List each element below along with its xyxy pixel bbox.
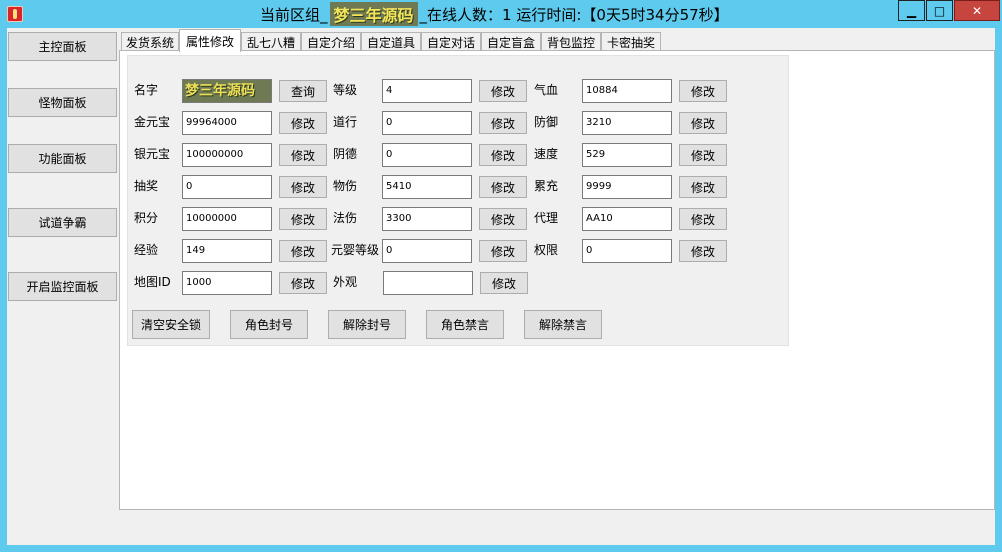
modify-gold-ingot-button[interactable]: 修改 xyxy=(279,112,327,134)
tab-panel-attribute-edit: 名字 梦三年源码 查询 金元宝 99964000 修改 银元宝 10000000… xyxy=(119,50,995,510)
map-id-field[interactable]: 1000 xyxy=(182,271,272,295)
level-field[interactable]: 4 xyxy=(382,79,472,103)
title-bar: 当前区组_ 梦三年源码 _在线人数：1 运行时间:【0天5时34分57秒】 ▁ … xyxy=(0,0,1002,28)
label-silver-ingot: 银元宝 xyxy=(134,147,171,161)
agent-field[interactable]: AA10 xyxy=(582,207,672,231)
hp-field[interactable]: 10884 xyxy=(582,79,672,103)
permission-field[interactable]: 0 xyxy=(582,239,672,263)
label-daoxing: 道行 xyxy=(333,115,358,129)
label-agent: 代理 xyxy=(534,211,559,225)
silver-ingot-field[interactable]: 100000000 xyxy=(182,143,272,167)
modify-map-id-button[interactable]: 修改 xyxy=(279,272,327,294)
label-lottery: 抽奖 xyxy=(134,179,159,193)
app-icon[interactable] xyxy=(7,6,23,22)
minimize-icon: ▁ xyxy=(906,3,917,18)
modify-points-button[interactable]: 修改 xyxy=(279,208,327,230)
tab-misc[interactable]: 乱七八糟 xyxy=(241,32,301,51)
label-speed: 速度 xyxy=(534,147,559,161)
sidebar-button-monster[interactable]: 怪物面板 xyxy=(8,88,117,117)
label-points: 积分 xyxy=(134,211,159,225)
modify-experience-button[interactable]: 修改 xyxy=(279,240,327,262)
sidebar-button-trial[interactable]: 试道争霸 xyxy=(8,208,117,237)
modify-agent-button[interactable]: 修改 xyxy=(679,208,727,230)
tab-card-lottery[interactable]: 卡密抽奖 xyxy=(601,32,661,51)
magic-damage-field[interactable]: 3300 xyxy=(382,207,472,231)
physical-damage-field[interactable]: 5410 xyxy=(382,175,472,199)
unban-character-button[interactable]: 解除封号 xyxy=(328,310,406,339)
client-area: 主控面板 怪物面板 功能面板 试道争霸 开启监控面板 发货系统 属性修改 乱七八… xyxy=(7,28,995,545)
label-total-recharge: 累充 xyxy=(534,179,559,193)
modify-physical-damage-button[interactable]: 修改 xyxy=(479,176,527,198)
title-prefix: 当前区组_ xyxy=(260,5,328,24)
speed-field[interactable]: 529 xyxy=(582,143,672,167)
yinde-field[interactable]: 0 xyxy=(382,143,472,167)
modify-total-recharge-button[interactable]: 修改 xyxy=(679,176,727,198)
maximize-button[interactable]: □ xyxy=(926,0,953,21)
title-logo: 梦三年源码 xyxy=(329,2,418,26)
modify-speed-button[interactable]: 修改 xyxy=(679,144,727,166)
label-name: 名字 xyxy=(134,83,159,97)
label-level: 等级 xyxy=(333,83,358,97)
close-button[interactable]: ✕ xyxy=(954,0,1000,21)
appearance-field[interactable] xyxy=(383,271,473,295)
mute-character-button[interactable]: 角色禁言 xyxy=(426,310,504,339)
modify-yuanying-level-button[interactable]: 修改 xyxy=(479,240,527,262)
close-icon: ✕ xyxy=(971,3,983,18)
clear-security-lock-button[interactable]: 清空安全锁 xyxy=(132,310,210,339)
experience-field[interactable]: 149 xyxy=(182,239,272,263)
tab-custom-dialog[interactable]: 自定对话 xyxy=(421,32,481,51)
name-field[interactable]: 梦三年源码 xyxy=(182,79,272,103)
tab-custom-intro[interactable]: 自定介绍 xyxy=(301,32,361,51)
total-recharge-field[interactable]: 9999 xyxy=(582,175,672,199)
modify-hp-button[interactable]: 修改 xyxy=(679,80,727,102)
label-permission: 权限 xyxy=(534,243,559,257)
label-magic-damage: 法伤 xyxy=(333,211,358,225)
tab-custom-items[interactable]: 自定道具 xyxy=(361,32,421,51)
label-yuanying-level: 元婴等级 xyxy=(331,243,380,257)
daoxing-field[interactable]: 0 xyxy=(382,111,472,135)
lottery-field[interactable]: 0 xyxy=(182,175,272,199)
modify-defense-button[interactable]: 修改 xyxy=(679,112,727,134)
modify-appearance-button[interactable]: 修改 xyxy=(480,272,528,294)
modify-silver-ingot-button[interactable]: 修改 xyxy=(279,144,327,166)
ban-character-button[interactable]: 角色封号 xyxy=(230,310,308,339)
label-appearance: 外观 xyxy=(333,275,358,289)
label-experience: 经验 xyxy=(134,243,159,257)
window-title: 当前区组_ 梦三年源码 _在线人数：1 运行时间:【0天5时34分57秒】 xyxy=(260,2,729,26)
modify-yinde-button[interactable]: 修改 xyxy=(479,144,527,166)
unmute-character-button[interactable]: 解除禁言 xyxy=(524,310,602,339)
label-yinde: 阴德 xyxy=(333,147,358,161)
modify-permission-button[interactable]: 修改 xyxy=(679,240,727,262)
modify-daoxing-button[interactable]: 修改 xyxy=(479,112,527,134)
gold-ingot-field[interactable]: 99964000 xyxy=(182,111,272,135)
label-gold-ingot: 金元宝 xyxy=(134,115,171,129)
tab-shipping[interactable]: 发货系统 xyxy=(121,32,179,51)
yuanying-level-field[interactable]: 0 xyxy=(382,239,472,263)
sidebar-button-main-control[interactable]: 主控面板 xyxy=(8,32,117,61)
minimize-button[interactable]: ▁ xyxy=(898,0,925,21)
attribute-form-panel: 名字 梦三年源码 查询 金元宝 99964000 修改 银元宝 10000000… xyxy=(127,55,789,346)
query-button[interactable]: 查询 xyxy=(279,80,327,102)
tab-attribute-edit[interactable]: 属性修改 xyxy=(179,29,241,52)
defense-field[interactable]: 3210 xyxy=(582,111,672,135)
label-hp: 气血 xyxy=(534,83,559,97)
maximize-icon: □ xyxy=(933,3,946,18)
tab-bag-monitor[interactable]: 背包监控 xyxy=(541,32,601,51)
modify-lottery-button[interactable]: 修改 xyxy=(279,176,327,198)
label-physical-damage: 物伤 xyxy=(333,179,358,193)
sidebar-button-monitor[interactable]: 开启监控面板 xyxy=(8,272,117,301)
modify-level-button[interactable]: 修改 xyxy=(479,80,527,102)
title-suffix: _在线人数：1 运行时间:【0天5时34分57秒】 xyxy=(419,5,729,24)
label-defense: 防御 xyxy=(534,115,559,129)
label-map-id: 地图ID xyxy=(134,275,171,289)
sidebar-button-function[interactable]: 功能面板 xyxy=(8,144,117,173)
modify-magic-damage-button[interactable]: 修改 xyxy=(479,208,527,230)
tab-custom-blindbox[interactable]: 自定盲盒 xyxy=(481,32,541,51)
points-field[interactable]: 10000000 xyxy=(182,207,272,231)
